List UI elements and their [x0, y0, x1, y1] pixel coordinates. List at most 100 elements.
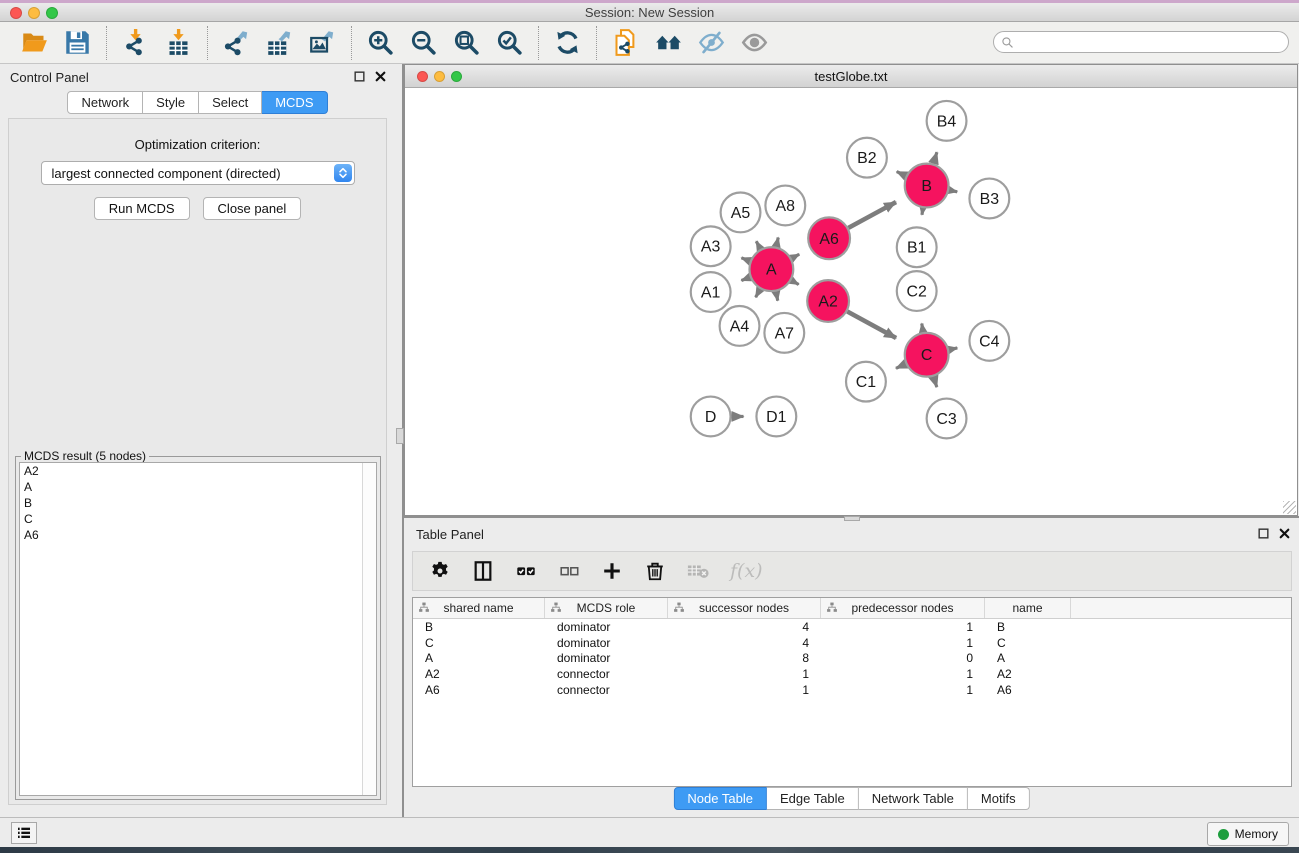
column-header-name[interactable]: name: [985, 598, 1071, 618]
table-cell[interactable]: A: [985, 651, 1071, 665]
edge-B-B3[interactable]: [949, 190, 957, 192]
edge-A6-B[interactable]: [848, 202, 896, 228]
tab-style[interactable]: Style: [143, 91, 199, 114]
table-cell[interactable]: 1: [668, 683, 821, 697]
refresh-layout-icon[interactable]: [554, 29, 581, 56]
mcds-result-item[interactable]: C: [20, 511, 376, 527]
node-C4[interactable]: C4: [969, 321, 1009, 361]
network-canvas[interactable]: AA1A2A3A4A5A6A7A8BB1B2B3B4CC1C2C3C4DD1: [405, 88, 1297, 515]
table-cell[interactable]: B: [985, 620, 1071, 634]
node-A5[interactable]: A5: [721, 193, 761, 233]
tab-network-table[interactable]: Network Table: [859, 787, 968, 810]
search-input[interactable]: [1018, 34, 1288, 50]
mcds-result-item[interactable]: A6: [20, 527, 376, 543]
node-A6[interactable]: A6: [808, 217, 850, 259]
node-A3[interactable]: A3: [691, 226, 731, 266]
table-cell[interactable]: 1: [668, 667, 821, 681]
table-cell[interactable]: 1: [821, 620, 985, 634]
table-cell[interactable]: A: [413, 651, 545, 665]
vertical-splitter[interactable]: [395, 64, 404, 817]
table-cell[interactable]: 4: [668, 636, 821, 650]
node-table[interactable]: shared nameMCDS rolesuccessor nodesprede…: [412, 597, 1292, 787]
table-cell[interactable]: dominator: [545, 636, 668, 650]
edge-B-B4[interactable]: [933, 152, 936, 163]
table-cell[interactable]: C: [985, 636, 1071, 650]
edge-A-A4[interactable]: [756, 289, 760, 297]
edge-C-C4[interactable]: [949, 348, 957, 350]
resize-grip[interactable]: [1283, 501, 1296, 514]
network-window-titlebar[interactable]: testGlobe.txt: [405, 65, 1297, 88]
node-D[interactable]: D: [691, 397, 731, 437]
memory-button[interactable]: Memory: [1207, 822, 1289, 846]
zoom-out-icon[interactable]: [410, 29, 437, 56]
eye-slash-icon[interactable]: [698, 29, 725, 56]
split-columns-icon[interactable]: [472, 560, 494, 582]
node-A4[interactable]: A4: [720, 306, 760, 346]
table-cell[interactable]: 8: [668, 651, 821, 665]
network-graph[interactable]: AA1A2A3A4A5A6A7A8BB1B2B3B4CC1C2C3C4DD1: [405, 88, 1297, 515]
node-A7[interactable]: A7: [764, 313, 804, 353]
edge-B-B2[interactable]: [897, 172, 906, 176]
close-panel-icon[interactable]: [374, 70, 387, 83]
node-C[interactable]: C: [905, 333, 949, 377]
node-A1[interactable]: A1: [691, 272, 731, 312]
node-C3[interactable]: C3: [927, 399, 967, 439]
table-cell[interactable]: connector: [545, 683, 668, 697]
float-panel-icon[interactable]: [1257, 527, 1270, 540]
edge-A-A7[interactable]: [776, 292, 778, 301]
table-cell[interactable]: A6: [413, 683, 545, 697]
node-B[interactable]: B: [905, 164, 949, 208]
edge-A-A6[interactable]: [792, 254, 800, 258]
table-row[interactable]: A6connector11A6: [413, 682, 1291, 698]
column-header-shared-name[interactable]: shared name: [413, 598, 545, 618]
export-network-icon[interactable]: [223, 29, 250, 56]
table-cell[interactable]: B: [413, 620, 545, 634]
node-D1[interactable]: D1: [756, 397, 796, 437]
node-A[interactable]: A: [749, 247, 793, 291]
import-network-icon[interactable]: [122, 29, 149, 56]
table-cell[interactable]: dominator: [545, 620, 668, 634]
run-mcds-button[interactable]: Run MCDS: [94, 197, 190, 220]
close-panel-icon[interactable]: [1278, 527, 1291, 540]
criterion-select[interactable]: largest connected component (directed): [41, 161, 355, 185]
table-cell[interactable]: A2: [985, 667, 1071, 681]
mcds-result-item[interactable]: A: [20, 479, 376, 495]
table-cell[interactable]: 1: [821, 683, 985, 697]
column-header-successor-nodes[interactable]: successor nodes: [668, 598, 821, 618]
table-cell[interactable]: 1: [821, 636, 985, 650]
edge-A-A5[interactable]: [756, 241, 760, 249]
add-column-icon[interactable]: [601, 560, 623, 582]
edge-C-C1[interactable]: [896, 364, 906, 368]
table-row[interactable]: A2connector11A2: [413, 666, 1291, 682]
mcds-result-list[interactable]: A2ABCA6: [19, 462, 377, 796]
column-header-MCDS-role[interactable]: MCDS role: [545, 598, 668, 618]
tab-mcds[interactable]: MCDS: [262, 91, 327, 114]
node-B3[interactable]: B3: [969, 179, 1009, 219]
mcds-result-item[interactable]: B: [20, 495, 376, 511]
document-network-icon[interactable]: [612, 29, 639, 56]
zoom-in-icon[interactable]: [367, 29, 394, 56]
import-table-icon[interactable]: [165, 29, 192, 56]
table-row[interactable]: Cdominator41C: [413, 635, 1291, 651]
delete-column-icon[interactable]: [644, 560, 666, 582]
export-image-icon[interactable]: [309, 29, 336, 56]
table-cell[interactable]: dominator: [545, 651, 668, 665]
node-B1[interactable]: B1: [897, 227, 937, 267]
settings-gear-icon[interactable]: [429, 560, 451, 582]
table-cell[interactable]: A2: [413, 667, 545, 681]
float-panel-icon[interactable]: [353, 70, 366, 83]
search-field[interactable]: [993, 31, 1289, 53]
node-C1[interactable]: C1: [846, 362, 886, 402]
export-table-icon[interactable]: [266, 29, 293, 56]
table-row[interactable]: Bdominator41B: [413, 619, 1291, 635]
table-cell[interactable]: 0: [821, 651, 985, 665]
table-cell[interactable]: 4: [668, 620, 821, 634]
tab-network[interactable]: Network: [67, 91, 143, 114]
edge-A-A1[interactable]: [741, 277, 750, 280]
node-C2[interactable]: C2: [897, 271, 937, 311]
edge-A-A8[interactable]: [776, 237, 778, 246]
table-cell[interactable]: C: [413, 636, 545, 650]
tab-edge-table[interactable]: Edge Table: [767, 787, 859, 810]
edge-C-C2[interactable]: [922, 323, 923, 332]
edge-B-B1[interactable]: [922, 208, 923, 215]
